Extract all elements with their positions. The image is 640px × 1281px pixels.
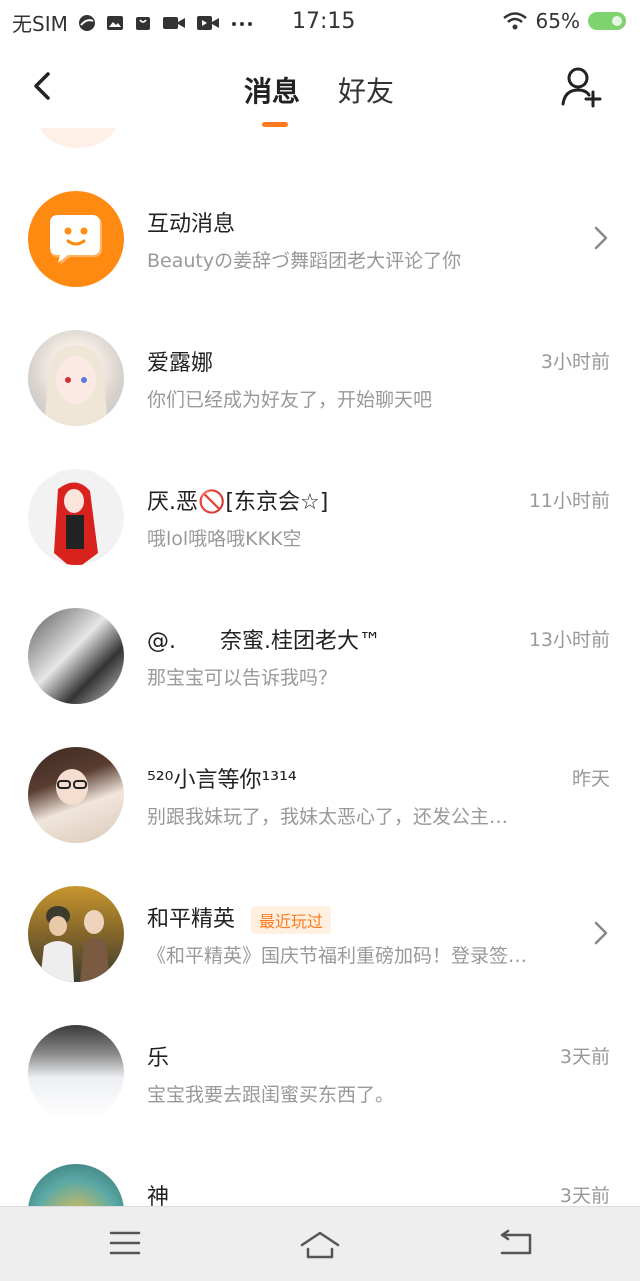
list-item-conversation[interactable]: 厌.恶🚫[东京会☆] 哦lol哦咯哦KKK空 11小时前	[0, 447, 640, 586]
conversation-preview: 宝宝我要去跟闺蜜买东西了。	[147, 1084, 395, 1106]
chevron-right-icon	[594, 921, 608, 945]
status-left: 无SIM	[12, 8, 254, 37]
conversation-time: 昨天	[571, 768, 610, 790]
home-icon[interactable]	[298, 1225, 342, 1261]
top-nav-header: 消息 好友	[0, 44, 640, 129]
recently-played-badge: 最近玩过	[251, 906, 332, 934]
battery-percent: 65%	[535, 9, 580, 33]
conversation-name: 乐	[147, 1046, 170, 1071]
carrier-label: 无SIM	[12, 12, 68, 36]
list-item-conversation[interactable]: 乐 宝宝我要去跟闺蜜买东西了。 3天前	[0, 1003, 640, 1142]
conversation-time: 3小时前	[540, 351, 610, 373]
back-arrow-icon[interactable]	[26, 64, 66, 108]
avatar-image	[56, 769, 88, 805]
conversation-list: 互动消息 Beautyの姜辞づ舞蹈团老大评论了你 爱露娜 你们已经成为好友了，开…	[0, 128, 640, 1206]
conversation-name: 神	[147, 1185, 170, 1206]
list-item-conversation[interactable]: 神 3天前	[0, 1142, 640, 1206]
status-right: 65%	[502, 9, 626, 33]
menu-icon[interactable]	[103, 1225, 147, 1261]
list-item-game-peace-elite[interactable]: 和平精英 最近玩过 《和平精英》国庆节福利重磅加码！登录签…	[0, 864, 640, 1003]
video-play-icon	[196, 15, 219, 30]
avatar	[28, 1025, 124, 1121]
conversation-name: 爱露娜	[147, 351, 214, 376]
battery-icon	[588, 12, 626, 30]
conversation-name: @. 奈蜜.桂团老大™	[147, 629, 381, 654]
conversation-name: 互动消息	[147, 212, 236, 237]
conversation-time: 13小时前	[528, 629, 610, 651]
conversation-name: 和平精英	[147, 907, 236, 932]
avatar	[28, 608, 124, 704]
shopping-bag-icon	[135, 16, 150, 30]
wifi-icon	[502, 12, 527, 30]
browser-icon	[78, 14, 95, 31]
active-tab-indicator	[262, 122, 288, 127]
video-camera-icon	[162, 16, 185, 29]
chat-bubble-icon	[50, 215, 102, 265]
conversation-preview: 哦lol哦咯哦KKK空	[147, 528, 302, 550]
conversation-preview: 《和平精英》国庆节福利重磅加码！登录签…	[147, 945, 528, 967]
avatar	[28, 886, 124, 982]
system-nav-bar	[0, 1206, 640, 1281]
avatar	[28, 1164, 124, 1206]
tab-friends[interactable]: 好友	[338, 70, 394, 110]
photo-icon	[106, 15, 123, 30]
conversation-preview: 那宝宝可以告诉我吗？	[147, 667, 338, 689]
avatar-image	[54, 482, 98, 565]
return-icon[interactable]	[494, 1225, 538, 1261]
chevron-right-icon	[594, 226, 608, 250]
list-item-conversation[interactable]: ⁵²⁰小言等你¹³¹⁴ 别跟我妹玩了，我妹太恶心了，还发公主… 昨天	[0, 725, 640, 864]
avatar-image	[44, 345, 108, 426]
conversation-time: 11小时前	[528, 490, 610, 512]
conversation-name: ⁵²⁰小言等你¹³¹⁴	[147, 768, 297, 793]
avatar	[28, 191, 124, 287]
avatar	[38, 128, 118, 148]
avatar	[28, 469, 124, 565]
conversation-preview: 你们已经成为好友了，开始聊天吧	[147, 389, 433, 411]
more-dots-icon	[231, 21, 252, 26]
conversation-time: 3天前	[559, 1185, 610, 1206]
conversation-preview: 别跟我妹玩了，我妹太恶心了，还发公主…	[147, 806, 509, 828]
list-item-interaction-messages[interactable]: 互动消息 Beautyの姜辞づ舞蹈团老大评论了你	[0, 169, 640, 308]
list-item-conversation[interactable]: 爱露娜 你们已经成为好友了，开始聊天吧 3小时前	[0, 308, 640, 447]
tab-messages[interactable]: 消息	[244, 70, 300, 110]
conversation-name: 厌.恶🚫[东京会☆]	[147, 490, 329, 515]
list-item-conversation[interactable]: @. 奈蜜.桂团老大™ 那宝宝可以告诉我吗？ 13小时前	[0, 586, 640, 725]
avatar-image	[40, 906, 110, 982]
clock: 17:15	[292, 9, 356, 34]
conversation-preview: Beautyの姜辞づ舞蹈团老大评论了你	[147, 250, 462, 272]
status-bar: 无SIM 17:15 65%	[0, 0, 640, 44]
conversation-time: 3天前	[559, 1046, 610, 1068]
add-friend-icon[interactable]	[560, 64, 602, 108]
avatar	[28, 747, 124, 843]
conversation-name-row: 和平精英 最近玩过	[147, 901, 332, 934]
avatar	[28, 330, 124, 426]
